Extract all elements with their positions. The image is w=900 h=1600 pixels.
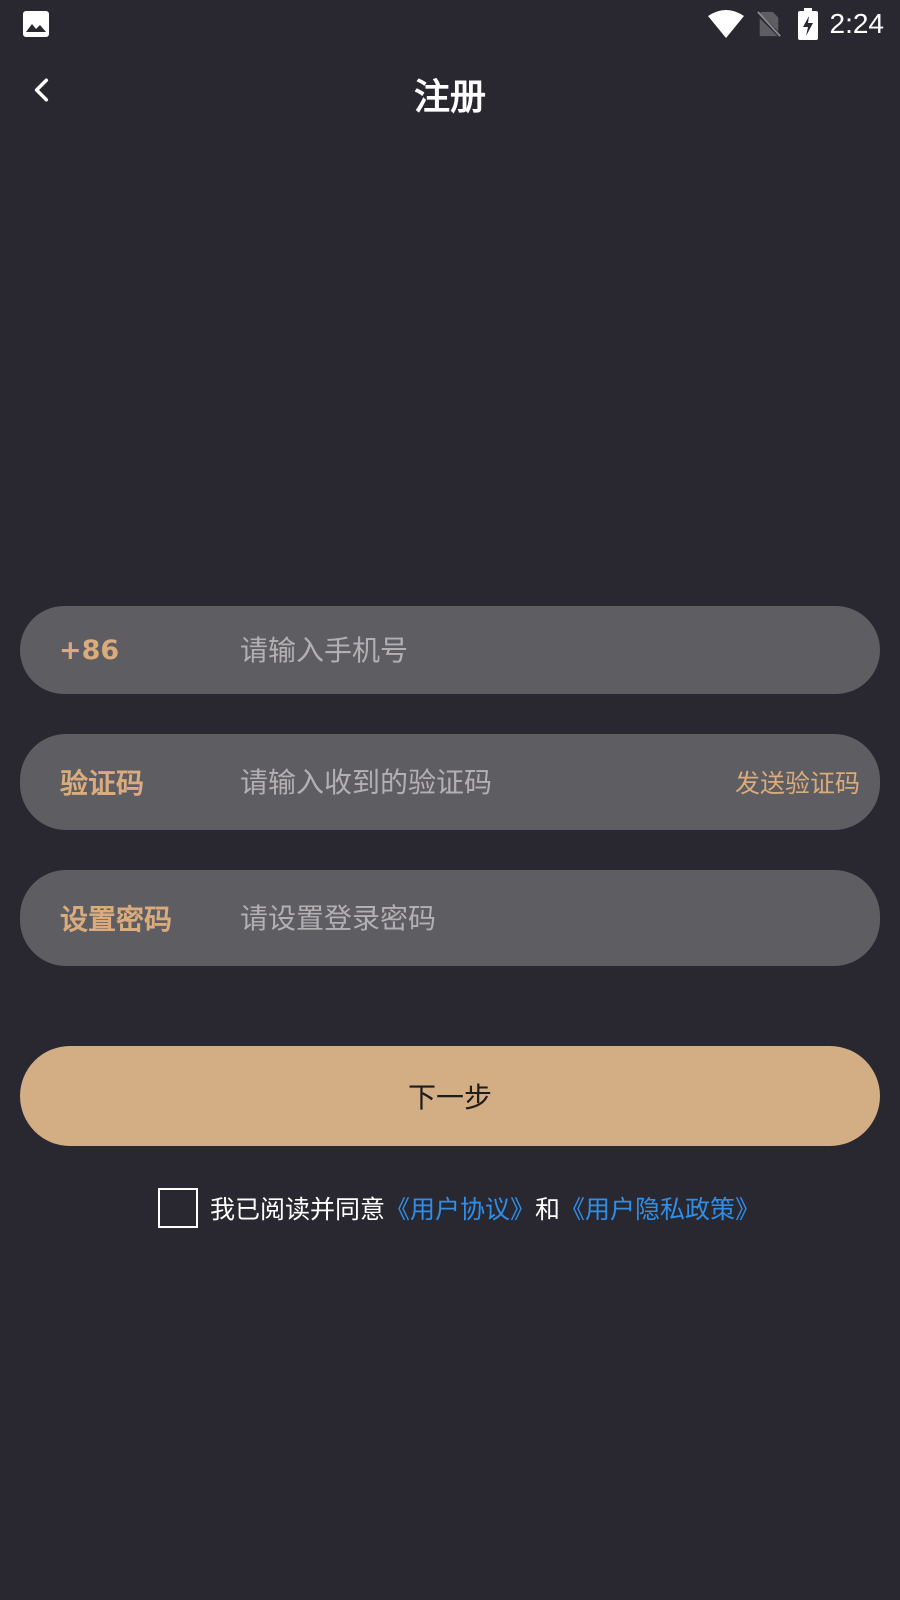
country-code[interactable]: +86 — [59, 606, 119, 694]
send-code-button[interactable]: 发送验证码 — [735, 734, 860, 830]
phone-input[interactable] — [240, 606, 840, 694]
code-label: 验证码 — [60, 767, 145, 800]
code-input[interactable] — [240, 734, 700, 830]
next-button[interactable]: 下一步 — [20, 1046, 880, 1146]
no-sim-icon — [755, 11, 782, 38]
page-title: 注册 — [413, 77, 486, 118]
agreement-checkbox[interactable] — [158, 1188, 198, 1228]
wifi-icon — [707, 10, 744, 38]
phone-field: +86 — [20, 606, 880, 694]
status-icons: 2:24 — [707, 8, 885, 40]
password-field: 设置密码 — [20, 870, 880, 966]
verification-code-field: 验证码 发送验证码 — [20, 734, 880, 830]
status-time: 2:24 — [829, 8, 885, 39]
password-label: 设置密码 — [60, 903, 173, 936]
password-input[interactable] — [240, 870, 840, 966]
app-bar: 注册 — [0, 60, 900, 136]
image-icon — [23, 11, 49, 37]
agreement-conjunction: 和 — [535, 1195, 561, 1224]
status-bar: 2:24 — [0, 0, 900, 48]
user-agreement-link[interactable]: 《用户协议》 — [385, 1190, 535, 1226]
agreement-row: 我已阅读并同意 《用户协议》 和 《用户隐私政策》 — [158, 1186, 760, 1230]
battery-charging-icon — [797, 8, 818, 40]
agreement-text: 我已阅读并同意 — [210, 1195, 386, 1224]
privacy-policy-link[interactable]: 《用户隐私政策》 — [560, 1190, 760, 1226]
